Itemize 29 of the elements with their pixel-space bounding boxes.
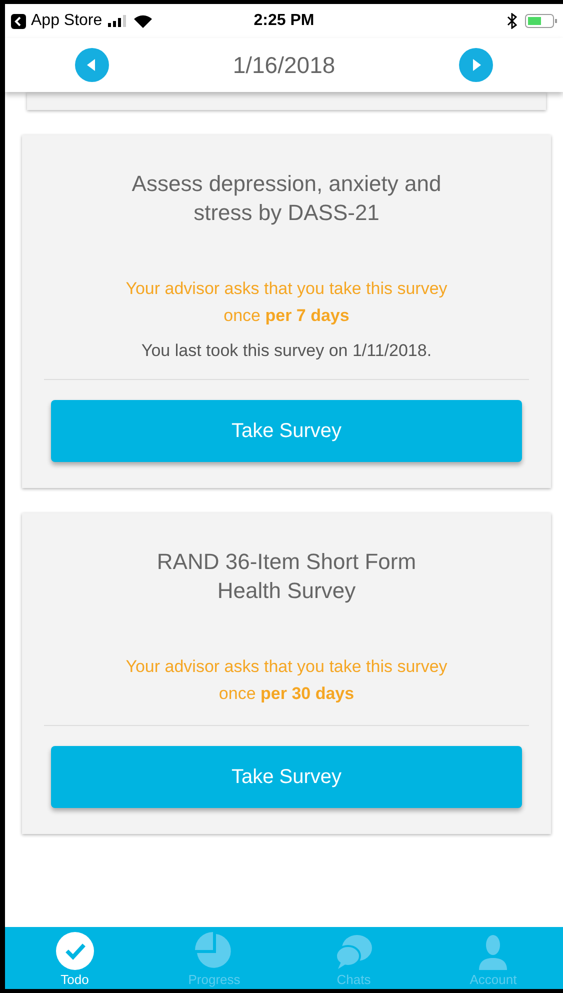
- last-taken-note: You last took this survey on 1/11/2018.: [141, 341, 432, 361]
- tab[interactable]: Chats: [284, 927, 424, 989]
- survey-title: Assess depression, anxiety and stress by DASS-21: [130, 170, 442, 227]
- back-label[interactable]: App Store: [31, 12, 102, 30]
- date-title: 1/16/2018: [232, 52, 336, 78]
- wifi-icon: [134, 14, 152, 28]
- person-icon: [477, 934, 510, 970]
- battery-icon: [525, 14, 557, 28]
- right-triangle-icon: [470, 59, 481, 71]
- take-survey-button[interactable]: Take Survey: [51, 400, 522, 462]
- survey-request: Your advisor asks that you take this survey: [126, 656, 448, 678]
- tab[interactable]: Todo: [5, 927, 144, 989]
- survey-frequency: once per 7 days: [224, 305, 350, 327]
- survey-frequency: once per 30 days: [218, 683, 354, 705]
- previous-button[interactable]: [75, 48, 109, 82]
- survey-request: Your advisor asks that you take this survey: [126, 278, 448, 300]
- pie-chart-icon: [195, 932, 234, 970]
- bluetooth-icon: [507, 13, 517, 29]
- checkmark-icon: [56, 932, 94, 970]
- take-survey-button[interactable]: Take Survey: [51, 746, 522, 808]
- chat-bubbles-icon: [334, 934, 373, 970]
- signal-icon: [108, 15, 128, 27]
- tab[interactable]: Account: [424, 927, 563, 989]
- left-triangle-icon: [87, 59, 97, 71]
- next-button[interactable]: [458, 48, 493, 82]
- status-time: 2:25 PM: [252, 12, 316, 30]
- survey-title: RAND 36-Item Short Form Health Survey: [156, 548, 418, 605]
- back-icon[interactable]: [11, 14, 26, 28]
- tab[interactable]: Progress: [144, 927, 284, 989]
